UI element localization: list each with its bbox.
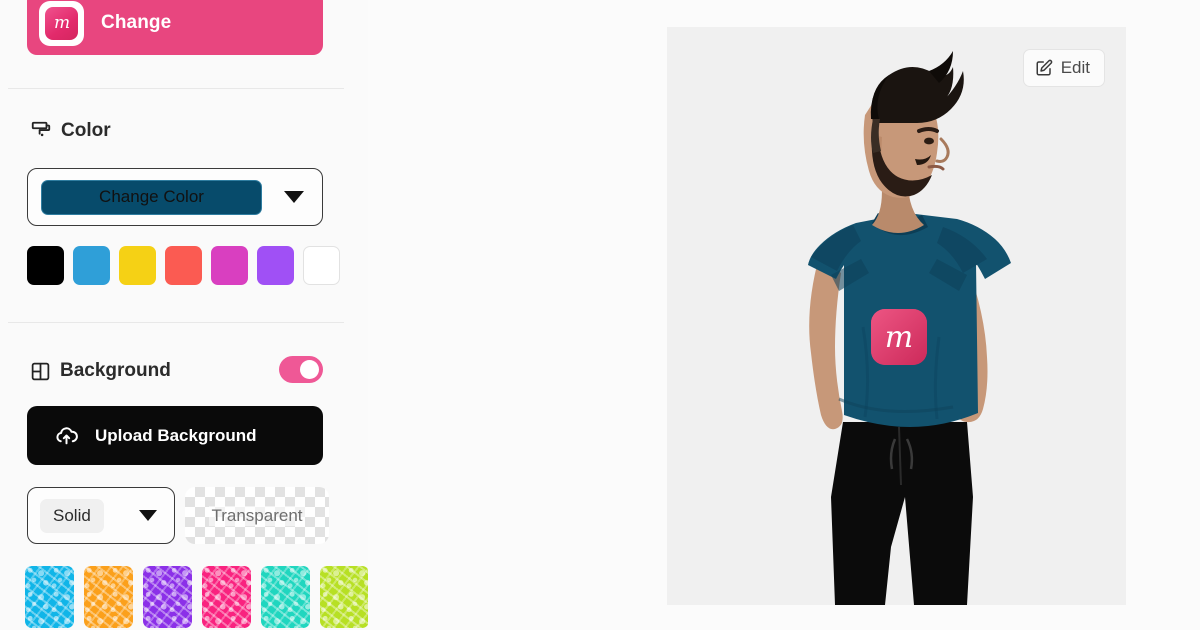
pattern-swatch-pink[interactable] xyxy=(202,566,251,628)
background-toggle-knob xyxy=(300,360,319,379)
canvas-area: m Edit xyxy=(368,0,1200,630)
color-swatch-white[interactable] xyxy=(303,246,340,285)
pattern-swatch-orange[interactable] xyxy=(84,566,133,628)
upload-background-label: Upload Background xyxy=(95,425,257,445)
color-swatch-yellow[interactable] xyxy=(119,246,156,285)
color-swatch-red[interactable] xyxy=(165,246,202,285)
cloud-upload-icon xyxy=(54,423,79,448)
background-section-header: Background xyxy=(30,360,171,382)
change-button-label: Change xyxy=(101,12,172,33)
edit-button-label: Edit xyxy=(1060,58,1090,77)
color-section-header: Color xyxy=(30,120,111,142)
layout-frame-icon xyxy=(30,361,51,382)
sidebar-panel: m Change Color Change Color Background U… xyxy=(0,0,368,630)
color-swatch-purple[interactable] xyxy=(257,246,294,285)
change-template-button[interactable]: m Change xyxy=(27,0,323,55)
chevron-down-icon xyxy=(139,510,157,521)
svg-text:m: m xyxy=(885,320,913,355)
change-color-select[interactable]: Change Color xyxy=(27,168,323,226)
color-swatch-black[interactable] xyxy=(27,246,64,285)
app-root: m Change Color Change Color Background U… xyxy=(0,0,1200,630)
color-swatch-magenta[interactable] xyxy=(211,246,248,285)
color-swatch-blue[interactable] xyxy=(73,246,110,285)
chest-logo: m xyxy=(871,309,927,365)
pattern-swatch-teal[interactable] xyxy=(261,566,310,628)
app-logo-icon: m xyxy=(39,0,84,46)
paint-roller-icon xyxy=(30,120,52,142)
divider-top xyxy=(8,88,344,89)
fill-type-value: Solid xyxy=(40,498,104,533)
color-section-title: Color xyxy=(61,120,111,141)
transparent-button-label: Transparent xyxy=(209,505,305,526)
fill-type-select[interactable]: Solid xyxy=(27,487,175,544)
pattern-swatch-purple[interactable] xyxy=(143,566,192,628)
chevron-down-icon xyxy=(284,191,304,203)
divider-middle xyxy=(8,322,344,323)
edit-button[interactable]: Edit xyxy=(1022,49,1105,87)
tshirt-mockup-preview[interactable]: m Edit xyxy=(667,27,1126,605)
pattern-swatch-row xyxy=(25,566,368,628)
pattern-swatch-lime[interactable] xyxy=(320,566,368,628)
background-toggle[interactable] xyxy=(279,356,323,383)
app-logo-glyph: m xyxy=(45,6,78,40)
change-color-value: Change Color xyxy=(41,179,262,215)
transparent-button[interactable]: Transparent xyxy=(185,487,329,544)
upload-background-button[interactable]: Upload Background xyxy=(27,406,323,465)
color-swatch-row xyxy=(27,246,340,285)
pattern-swatch-cyan[interactable] xyxy=(25,566,74,628)
background-section-title: Background xyxy=(60,360,171,381)
edit-pencil-icon xyxy=(1035,59,1053,77)
model-illustration: m xyxy=(667,27,1126,605)
